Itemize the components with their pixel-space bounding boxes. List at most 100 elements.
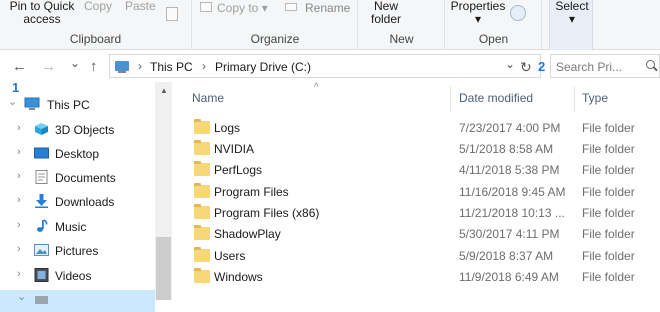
column-header-name[interactable]: Name bbox=[192, 91, 224, 105]
scroll-up-arrow-icon[interactable]: ▲ bbox=[160, 86, 168, 95]
file-name: Users bbox=[214, 249, 246, 263]
file-row[interactable]: PerfLogs 4/11/2018 5:38 PM File folder bbox=[184, 160, 654, 181]
address-dropdown-icon[interactable]: ⌄ bbox=[505, 57, 515, 71]
tree-label: Documents bbox=[55, 171, 116, 185]
chevron-right-icon[interactable]: › bbox=[17, 170, 21, 182]
properties-button[interactable]: Properties ▾ bbox=[450, 0, 506, 26]
file-date: 5/1/2018 8:58 AM bbox=[459, 142, 554, 156]
tree-item-documents[interactable]: › Documents bbox=[0, 167, 155, 189]
column-divider[interactable] bbox=[574, 86, 575, 112]
tree-item-pictures[interactable]: › Pictures bbox=[0, 240, 155, 262]
chevron-right-icon[interactable]: › bbox=[17, 219, 21, 231]
file-name: PerfLogs bbox=[214, 163, 263, 177]
folder-icon bbox=[194, 161, 210, 176]
select-arrow-icon: ▾ bbox=[568, 12, 576, 26]
chevron-right-icon[interactable]: › bbox=[17, 194, 21, 206]
tree-label: Desktop bbox=[55, 147, 100, 161]
new-group: New folder New bbox=[359, 0, 445, 50]
file-row[interactable]: NVIDIA 5/1/2018 8:58 AM File folder bbox=[184, 139, 654, 160]
file-type: File folder bbox=[582, 206, 635, 220]
folder-icon bbox=[194, 225, 210, 240]
file-row[interactable]: Windows 11/9/2018 6:49 AM File folder bbox=[184, 267, 654, 288]
tree-item-3d-objects[interactable]: › 3D Objects bbox=[0, 119, 155, 141]
navigation-pane: 1 ⌄ This PC › 3D Objects › Desktop › Doc… bbox=[0, 80, 172, 312]
column-header-date-modified[interactable]: Date modified bbox=[459, 91, 533, 105]
file-row[interactable]: Users 5/9/2018 8:37 AM File folder bbox=[184, 246, 654, 267]
up-button[interactable]: ↑ bbox=[90, 58, 98, 75]
select-button[interactable]: Select ▾ bbox=[554, 0, 590, 26]
chevron-right-icon[interactable]: › bbox=[17, 243, 21, 255]
address-bar[interactable]: › This PC › Primary Drive (C:) ⌄ ↻ bbox=[109, 54, 541, 78]
file-type: File folder bbox=[582, 163, 635, 177]
chevron-right-icon[interactable]: › bbox=[17, 146, 21, 158]
paste-button[interactable]: Paste bbox=[125, 0, 156, 13]
pin-to-quick-access-button[interactable]: Pin to Quick access bbox=[8, 0, 76, 26]
folder-icon bbox=[194, 119, 210, 134]
chevron-down-icon[interactable]: ⌄ bbox=[8, 95, 17, 108]
forward-button[interactable]: → bbox=[41, 58, 56, 75]
file-type: File folder bbox=[582, 249, 635, 263]
annotation-1: 1 bbox=[12, 80, 20, 95]
column-header-type[interactable]: Type bbox=[582, 91, 608, 105]
file-date: 11/21/2018 10:13 ... bbox=[459, 206, 565, 220]
copy-button[interactable]: Copy bbox=[84, 0, 112, 13]
music-icon bbox=[34, 219, 49, 233]
chevron-right-icon[interactable]: › bbox=[17, 122, 21, 134]
annotation-2: 2 bbox=[538, 59, 546, 74]
file-row[interactable]: Program Files 11/16/2018 9:45 AM File fo… bbox=[184, 182, 654, 203]
back-button[interactable]: ← bbox=[12, 58, 27, 75]
recent-locations-button[interactable]: ⌄ bbox=[70, 56, 80, 70]
pin-label-line2: access bbox=[23, 12, 61, 26]
file-date: 5/30/2017 4:11 PM bbox=[459, 227, 560, 241]
folder-icon bbox=[194, 268, 210, 283]
rename-button[interactable]: Rename bbox=[305, 2, 350, 15]
tree-label: 3D Objects bbox=[55, 123, 115, 137]
file-row[interactable]: ShadowPlay 5/30/2017 4:11 PM File folder bbox=[184, 224, 654, 245]
copy-to-arrow-icon: ▾ bbox=[261, 1, 268, 15]
chevron-right-icon[interactable]: › bbox=[17, 268, 21, 280]
file-type: File folder bbox=[582, 227, 635, 241]
new-folder-button[interactable]: New folder bbox=[367, 0, 405, 26]
scrollbar-thumb[interactable] bbox=[156, 237, 171, 300]
file-date: 5/9/2018 8:37 AM bbox=[459, 249, 554, 263]
tree-item-downloads[interactable]: › Downloads bbox=[0, 191, 155, 213]
file-name: Program Files (x86) bbox=[214, 206, 320, 220]
file-date: 4/11/2018 5:38 PM bbox=[459, 163, 560, 177]
file-row[interactable]: Logs 7/23/2017 4:00 PM File folder bbox=[184, 118, 654, 139]
copy-to-button[interactable]: Copy to ▾ bbox=[217, 2, 268, 15]
file-row[interactable]: Program Files (x86) 11/21/2018 10:13 ...… bbox=[184, 203, 654, 224]
navigation-scrollbar[interactable]: ▲ bbox=[155, 82, 172, 300]
refresh-icon[interactable]: ↻ bbox=[520, 59, 532, 76]
address-toolbar: ← → ⌄ ↑ › This PC › Primary Drive (C:) ⌄… bbox=[0, 51, 660, 81]
chevron-right-icon[interactable]: › bbox=[202, 59, 206, 73]
tree-item-primary-drive-partial[interactable]: ⌄ bbox=[0, 290, 155, 312]
breadcrumb-primary-drive[interactable]: Primary Drive (C:) bbox=[215, 60, 311, 74]
chevron-down-icon[interactable]: ⌄ bbox=[17, 290, 26, 303]
folder-icon bbox=[194, 183, 210, 198]
file-type: File folder bbox=[582, 185, 635, 199]
properties-secondary-icon bbox=[510, 5, 526, 21]
tree-label: Videos bbox=[55, 269, 92, 283]
sort-ascending-icon: ^ bbox=[314, 82, 319, 93]
tree-item-music[interactable]: › Music bbox=[0, 216, 155, 238]
new-folder-label-line2: folder bbox=[370, 12, 402, 26]
search-icon bbox=[646, 60, 655, 69]
column-divider[interactable] bbox=[450, 86, 451, 112]
chevron-right-icon[interactable]: › bbox=[138, 59, 142, 73]
tree-label: Pictures bbox=[55, 244, 99, 258]
copy-to-label: Copy to bbox=[217, 1, 259, 15]
tree-item-this-pc[interactable]: ⌄ This PC bbox=[0, 94, 155, 116]
rename-icon bbox=[285, 3, 297, 11]
tree-item-videos[interactable]: › Videos bbox=[0, 265, 155, 287]
file-name: Program Files bbox=[214, 185, 289, 199]
file-type: File folder bbox=[582, 121, 635, 135]
file-name: NVIDIA bbox=[214, 142, 255, 156]
tree-item-desktop[interactable]: › Desktop bbox=[0, 143, 155, 165]
search-input[interactable]: Search Pri... bbox=[550, 54, 660, 78]
folder-icon bbox=[194, 140, 210, 155]
breadcrumb-this-pc[interactable]: This PC bbox=[150, 60, 193, 74]
file-type: File folder bbox=[582, 270, 635, 284]
3d-objects-icon bbox=[34, 122, 49, 136]
tree-label: This PC bbox=[47, 98, 90, 112]
file-date: 11/16/2018 9:45 AM bbox=[459, 185, 566, 199]
